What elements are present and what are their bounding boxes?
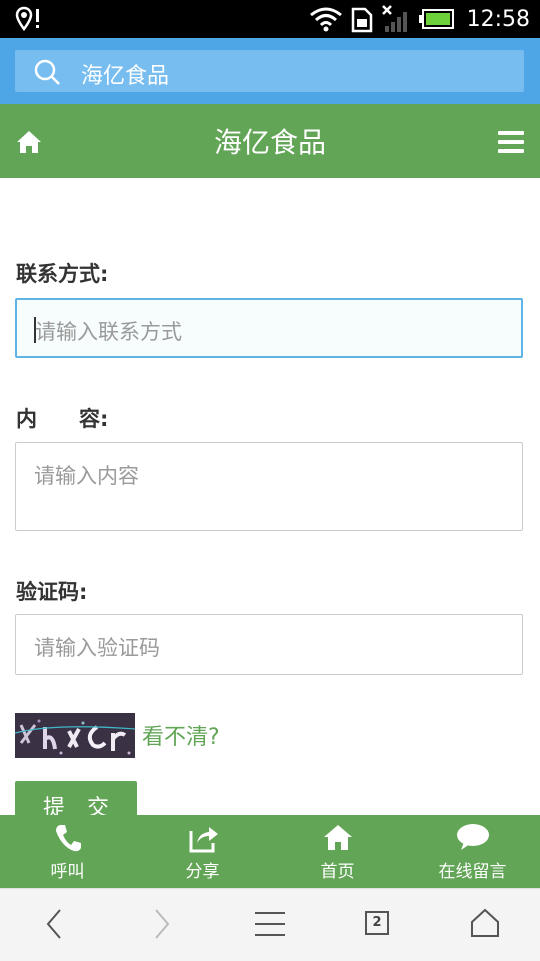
page-title: 海亿食品	[213, 126, 326, 159]
contact-placeholder: 请输入联系方式	[35, 320, 182, 344]
location-alert-icon	[15, 6, 39, 32]
share-icon	[189, 827, 218, 853]
captcha-input[interactable]: 请输入验证码	[15, 614, 523, 675]
back-icon[interactable]	[44, 907, 64, 941]
nav-label-share: 分享	[185, 862, 220, 882]
contact-input[interactable]: 请输入联系方式	[15, 298, 523, 358]
content-placeholder: 请输入内容	[34, 464, 139, 488]
menu-icon[interactable]	[498, 130, 524, 154]
search-icon	[34, 59, 60, 85]
nav-label-home: 首页	[320, 862, 355, 882]
nav-item-share[interactable]: 分享	[135, 815, 270, 888]
content-textarea[interactable]: 请输入内容	[15, 442, 523, 531]
chat-icon	[456, 824, 489, 850]
no-signal-icon	[381, 5, 407, 32]
nav-label-call: 呼叫	[50, 862, 85, 882]
phone-icon	[55, 825, 81, 852]
content-label: 内 容:	[16, 407, 109, 431]
nav-label-message: 在线留言	[438, 862, 507, 882]
status-bar: 12:58	[0, 0, 540, 38]
captcha-label: 验证码:	[16, 580, 88, 604]
captcha-noise-graphic	[15, 713, 135, 758]
contact-label: 联系方式:	[16, 262, 109, 286]
search-input[interactable]: 海亿食品	[15, 50, 524, 92]
site-header: 海亿食品	[0, 104, 540, 178]
forward-icon[interactable]	[152, 907, 172, 941]
captcha-placeholder: 请输入验证码	[34, 636, 160, 660]
captcha-refresh-link[interactable]: 看不清?	[142, 719, 220, 751]
tab-count-button[interactable]: 2	[365, 911, 389, 935]
home-icon	[323, 825, 352, 850]
battery-icon	[418, 9, 454, 29]
sim-card-icon	[351, 7, 372, 33]
nav-item-call[interactable]: 呼叫	[0, 815, 135, 888]
browser-toolbar	[0, 888, 540, 961]
search-text: 海亿食品	[81, 64, 170, 89]
nav-item-home[interactable]: 首页	[270, 815, 405, 888]
nav-item-message[interactable]: 在线留言	[405, 815, 540, 888]
captcha-image[interactable]	[15, 713, 135, 758]
menu-lines-icon[interactable]	[255, 911, 285, 937]
search-bar: 海亿食品	[0, 38, 540, 104]
wifi-icon	[309, 7, 342, 32]
clock: 12:58	[466, 6, 530, 32]
house-outline-icon[interactable]	[470, 908, 500, 938]
bottom-nav: 呼叫 分享 首页 在线留言	[0, 815, 540, 888]
